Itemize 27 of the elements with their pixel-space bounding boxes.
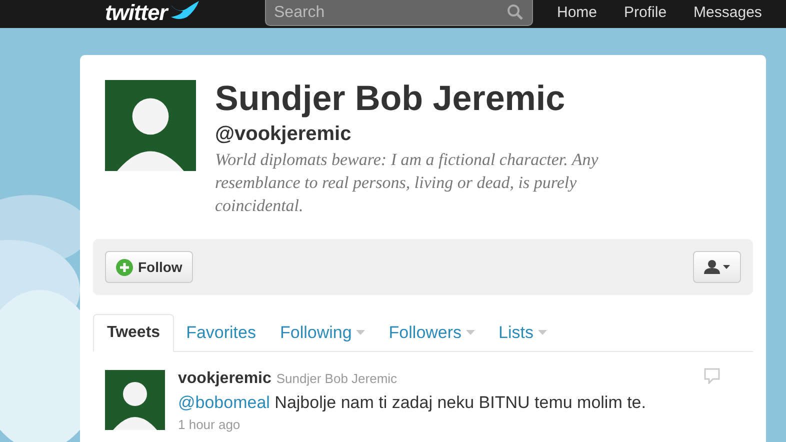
logo[interactable]: twitter — [105, 2, 168, 24]
follow-button[interactable]: Follow — [105, 251, 194, 283]
nav-link[interactable]: Messages — [694, 2, 762, 24]
nav-link[interactable]: Profile — [624, 2, 667, 24]
user-menu-button[interactable] — [693, 251, 741, 283]
tweet-text: @bobomeal Najbolje nam ti zadaj neku BITNU temu molim te. — [178, 392, 647, 414]
caret-icon — [466, 330, 475, 335]
search-icon — [507, 4, 523, 20]
mention-link[interactable]: @bobomeal — [178, 393, 270, 412]
profile-bio: World diplomats beware: I am a fictional character. Any resemblance to real persons, living or dead, is purely coincidental. — [215, 149, 600, 217]
caret-icon — [538, 330, 547, 335]
search-field[interactable]: Search — [265, 0, 533, 26]
tab[interactable]: Tweets — [93, 314, 174, 352]
bird-icon — [169, 0, 200, 21]
avatar — [105, 370, 165, 430]
person-icon — [703, 260, 731, 274]
caret-icon — [356, 330, 365, 335]
tweet-username[interactable]: vookjeremic — [178, 367, 272, 391]
tab[interactable]: Favorites — [174, 314, 268, 351]
nav-link[interactable]: Home — [557, 2, 598, 24]
tab[interactable]: Lists — [486, 314, 559, 351]
tab[interactable]: Following — [268, 314, 377, 351]
tab[interactable]: Followers — [376, 314, 487, 351]
profile-handle: @vookjeremic — [215, 122, 352, 147]
tweet-fullname: Sundjer Bob Jeremic — [276, 370, 398, 388]
profile-name: Sundjer Bob Jeremic — [215, 78, 566, 120]
plus-icon — [116, 258, 133, 276]
